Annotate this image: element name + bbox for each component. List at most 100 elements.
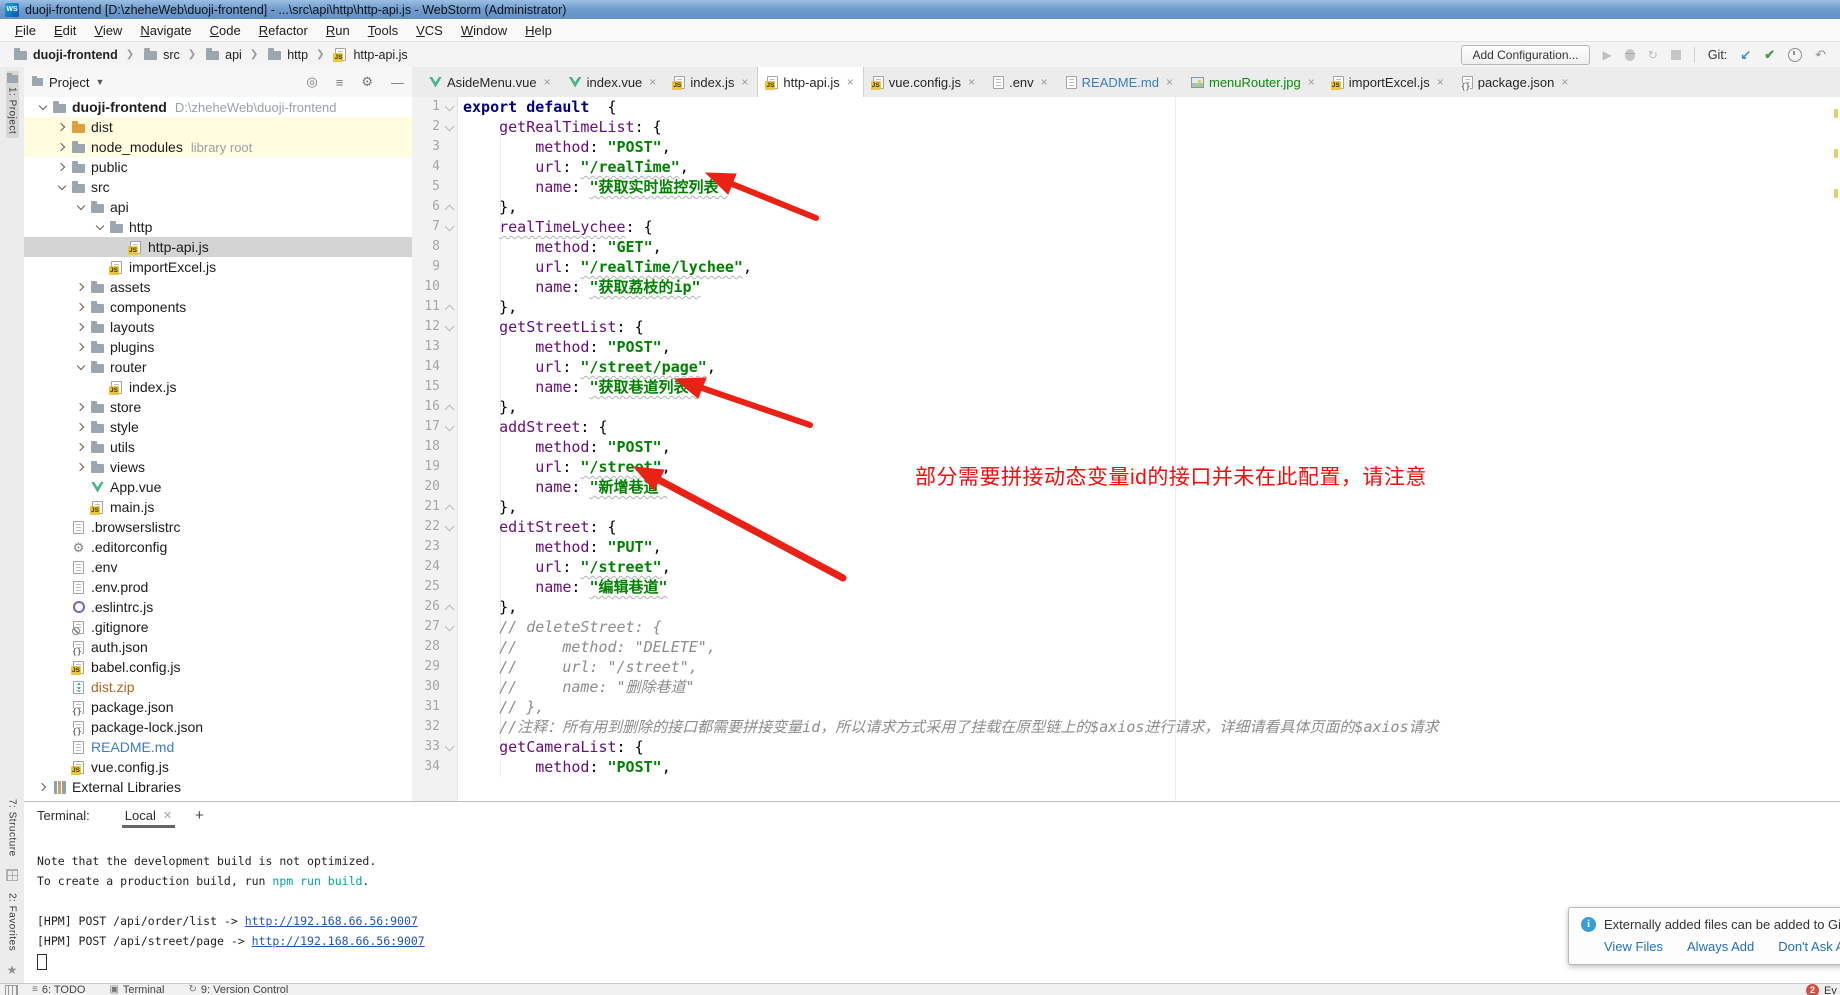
tree-row-api[interactable]: api	[24, 197, 412, 217]
close-icon[interactable]: ×	[1437, 75, 1444, 89]
fold-marker-icon[interactable]	[442, 497, 457, 517]
chevron-right-icon[interactable]	[74, 437, 89, 457]
tree-row-plugins[interactable]: plugins	[24, 337, 412, 357]
tree-row-node-modules[interactable]: node_moduleslibrary root	[24, 137, 412, 157]
tree-row-router[interactable]: router	[24, 357, 412, 377]
tree-row-dist[interactable]: dist	[24, 117, 412, 137]
menu-item-vcs[interactable]: VCS	[407, 21, 452, 40]
run-icon[interactable]: ▶	[1603, 48, 1612, 62]
fold-marker-icon[interactable]	[442, 217, 457, 237]
tree-row-dist-zip[interactable]: dist.zip	[24, 677, 412, 697]
fold-marker-icon[interactable]	[442, 117, 457, 137]
notification-link-always-add[interactable]: Always Add	[1687, 939, 1754, 954]
git-update-icon[interactable]: ↙	[1740, 47, 1751, 63]
tab-readme-md[interactable]: README.md×	[1057, 67, 1182, 97]
chevron-right-icon[interactable]	[74, 457, 89, 477]
tree-row-src[interactable]: src	[24, 177, 412, 197]
toolwindow-toggle-icon[interactable]	[5, 985, 18, 995]
tree-row-public[interactable]: public	[24, 157, 412, 177]
sidebar-tab-favorites[interactable]: 2: Favorites	[7, 893, 18, 951]
debug-icon[interactable]	[1625, 49, 1635, 61]
tree-row-importexcel-js[interactable]: importExcel.js	[24, 257, 412, 277]
terminal-link[interactable]: http://192.168.66.56:9007	[252, 934, 425, 948]
tree-row-env[interactable]: .env	[24, 557, 412, 577]
notification-link-view-files[interactable]: View Files	[1604, 939, 1663, 954]
menu-item-window[interactable]: Window	[452, 21, 516, 40]
chevron-right-icon[interactable]	[74, 417, 89, 437]
stop-icon[interactable]	[1671, 50, 1681, 60]
tab-env[interactable]: .env×	[984, 67, 1057, 97]
tree-row-env-prod[interactable]: .env.prod	[24, 577, 412, 597]
tree-row-style[interactable]: style	[24, 417, 412, 437]
menu-item-run[interactable]: Run	[317, 21, 359, 40]
breadcrumb-item-http[interactable]: http	[264, 44, 310, 66]
tree-row-package-json[interactable]: package.json	[24, 697, 412, 717]
grid-icon[interactable]	[6, 869, 18, 881]
close-icon[interactable]: ×	[968, 75, 975, 89]
chevron-right-icon[interactable]	[74, 297, 89, 317]
chevron-right-icon[interactable]	[55, 137, 70, 157]
sidebar-tab-structure[interactable]: 7: Structure	[7, 799, 18, 857]
breadcrumb-item-api[interactable]: api	[202, 44, 244, 66]
tab-http-api-js[interactable]: http-api.js×	[757, 67, 863, 97]
breadcrumb-item-src[interactable]: src	[140, 44, 182, 66]
tab-importexcel-js[interactable]: importExcel.js×	[1324, 67, 1453, 97]
tab-index-js[interactable]: index.js×	[665, 67, 757, 97]
menu-item-navigate[interactable]: Navigate	[131, 21, 200, 40]
fold-marker-icon[interactable]	[442, 317, 457, 337]
chevron-right-icon[interactable]	[74, 337, 89, 357]
statusbar-item-terminal[interactable]: ▣Terminal	[109, 984, 164, 995]
close-icon[interactable]: ×	[1041, 75, 1048, 89]
event-log-indicator[interactable]: 2 Ev	[1806, 984, 1837, 995]
notification-link-don-t-ask-agai[interactable]: Don't Ask Agai	[1778, 939, 1840, 954]
tree-row-vue-config-js[interactable]: vue.config.js	[24, 757, 412, 777]
locate-file-icon[interactable]: ◎	[306, 74, 317, 90]
tree-row-package-lock-json[interactable]: package-lock.json	[24, 717, 412, 737]
fold-marker-icon[interactable]	[442, 397, 457, 417]
history-icon[interactable]	[1788, 48, 1802, 62]
chevron-down-icon[interactable]	[36, 97, 51, 117]
fold-marker-icon[interactable]	[442, 97, 457, 117]
chevron-down-icon[interactable]	[74, 357, 89, 377]
close-icon[interactable]: ×	[1561, 75, 1568, 89]
tree-row-utils[interactable]: utils	[24, 437, 412, 457]
chevron-right-icon[interactable]	[55, 117, 70, 137]
tree-row-eslintrc-js[interactable]: .eslintrc.js	[24, 597, 412, 617]
tree-row-readme-md[interactable]: README.md	[24, 737, 412, 757]
breadcrumb-item-http-api-js[interactable]: http-api.js	[330, 44, 409, 66]
tree-row-components[interactable]: components	[24, 297, 412, 317]
terminal-cursor[interactable]	[37, 954, 47, 970]
tab-menurouter-jpg[interactable]: menuRouter.jpg×	[1182, 67, 1324, 97]
tree-row-auth-json[interactable]: auth.json	[24, 637, 412, 657]
run-coverage-icon[interactable]: ↻	[1648, 48, 1658, 62]
project-view-selector[interactable]: Project ▼	[32, 75, 104, 90]
statusbar-item-6-todo[interactable]: ≡6: TODO	[32, 984, 85, 995]
code-editor[interactable]: 1export default {2 getRealTimeList: {3 m…	[412, 97, 1840, 801]
tree-row-index-js[interactable]: index.js	[24, 377, 412, 397]
chevron-down-icon[interactable]	[74, 197, 89, 217]
chevron-right-icon[interactable]	[36, 777, 51, 797]
fold-marker-icon[interactable]	[442, 517, 457, 537]
fold-marker-icon[interactable]	[442, 297, 457, 317]
close-icon[interactable]: ×	[1166, 75, 1173, 89]
sidebar-tab-project[interactable]: 1: Project	[6, 71, 19, 138]
tree-row-main-js[interactable]: main.js	[24, 497, 412, 517]
tab-vue-config-js[interactable]: vue.config.js×	[864, 67, 984, 97]
tree-row-app-vue[interactable]: App.vue	[24, 477, 412, 497]
tab-asidemenu-vue[interactable]: AsideMenu.vue×	[420, 67, 560, 97]
panel-settings-icon[interactable]: ⚙	[361, 74, 373, 90]
chevron-right-icon[interactable]	[74, 397, 89, 417]
chevron-right-icon[interactable]	[74, 317, 89, 337]
menu-item-help[interactable]: Help	[516, 21, 561, 40]
tree-row-editorconfig[interactable]: ⚙.editorconfig	[24, 537, 412, 557]
close-icon[interactable]: ×	[847, 75, 854, 89]
chevron-down-icon[interactable]	[55, 177, 70, 197]
close-icon[interactable]: ×	[544, 75, 551, 89]
tree-row-gitignore[interactable]: .gitignore	[24, 617, 412, 637]
tree-row-duoji-frontend[interactable]: duoji-frontendD:\zheheWeb\duoji-frontend	[24, 97, 412, 117]
breadcrumb-item-duoji-frontend[interactable]: duoji-frontend	[10, 44, 120, 66]
terminal-tab-local[interactable]: Local ✕	[122, 802, 175, 828]
tree-row-layouts[interactable]: layouts	[24, 317, 412, 337]
tree-row-http[interactable]: http	[24, 217, 412, 237]
revert-icon[interactable]: ↶	[1815, 47, 1826, 63]
